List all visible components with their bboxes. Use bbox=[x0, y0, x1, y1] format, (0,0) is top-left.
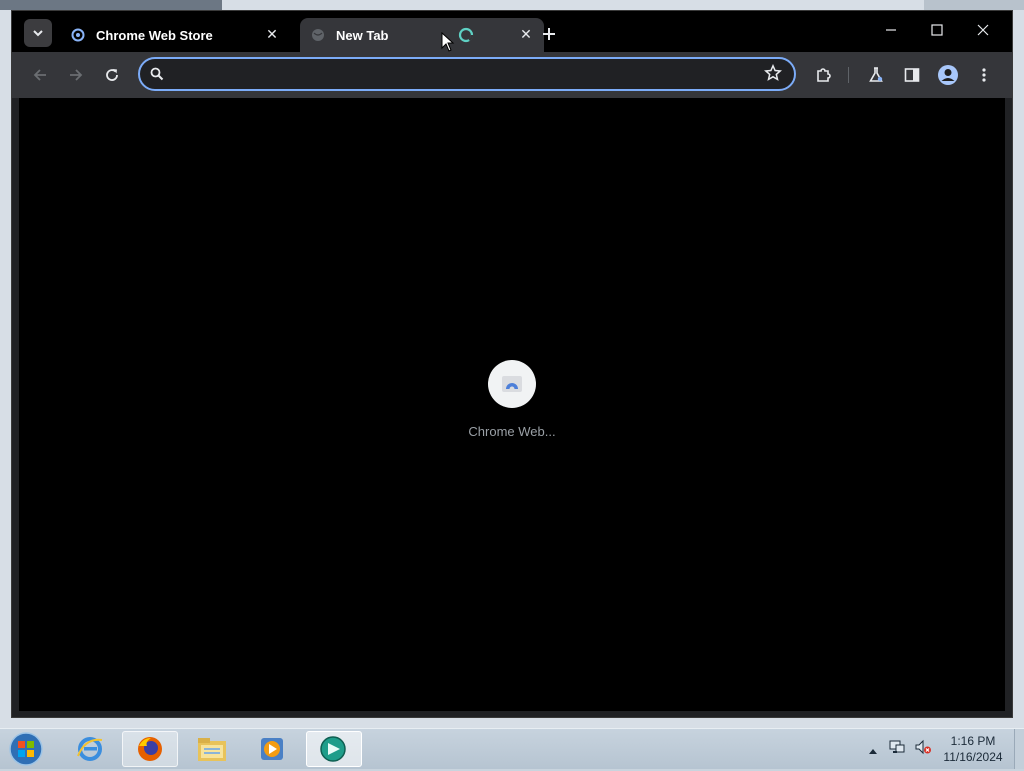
loading-site-tile bbox=[488, 360, 536, 408]
chrome-labs-button[interactable] bbox=[860, 59, 892, 91]
taskbar-clock[interactable]: 1:16 PM 11/16/2024 bbox=[936, 733, 1010, 765]
tab-strip: Chrome Web Store ✕ New Tab ✕ bbox=[12, 11, 1012, 52]
loading-site-label: Chrome Web... bbox=[468, 424, 556, 439]
extensions-button[interactable] bbox=[808, 59, 840, 91]
start-button[interactable] bbox=[6, 731, 46, 767]
kebab-menu-icon bbox=[982, 68, 986, 82]
globe-icon bbox=[310, 27, 326, 43]
clock-time: 1:16 PM bbox=[950, 734, 996, 748]
taskbar: 1:16 PM 11/16/2024 bbox=[0, 728, 1024, 769]
media-player-icon bbox=[261, 738, 283, 760]
firefox-icon bbox=[138, 737, 162, 761]
tab-title: New Tab bbox=[336, 27, 389, 43]
side-panel-button[interactable] bbox=[896, 59, 928, 91]
taskbar-file-explorer[interactable] bbox=[184, 731, 240, 767]
close-window-button[interactable] bbox=[960, 15, 1006, 45]
reload-button[interactable] bbox=[96, 59, 128, 91]
menu-button[interactable] bbox=[968, 59, 1000, 91]
search-icon bbox=[150, 66, 164, 85]
arrow-right-icon bbox=[70, 69, 83, 81]
loading-spinner-icon bbox=[458, 27, 474, 47]
taskbar-chrome-web-store-app[interactable] bbox=[306, 731, 362, 767]
reload-icon bbox=[106, 69, 118, 81]
background-window-controls bbox=[924, 0, 1024, 10]
mouse-cursor-icon bbox=[441, 31, 455, 56]
close-icon[interactable]: ✕ bbox=[262, 25, 282, 45]
taskbar-internet-explorer[interactable] bbox=[62, 731, 118, 767]
chrome-web-store-icon bbox=[502, 376, 522, 392]
address-bar[interactable] bbox=[138, 57, 796, 91]
bookmark-star-icon[interactable] bbox=[763, 63, 783, 86]
windows-logo-icon bbox=[9, 732, 43, 766]
chrome-web-store-app-icon bbox=[320, 736, 346, 762]
tab-new-tab[interactable]: New Tab ✕ bbox=[300, 18, 544, 52]
minimize-button[interactable] bbox=[868, 15, 914, 45]
side-panel-icon bbox=[904, 68, 920, 82]
network-icon[interactable] bbox=[888, 739, 906, 759]
puzzle-piece-icon bbox=[817, 68, 831, 82]
toolbar-divider bbox=[848, 67, 849, 83]
taskbar-media-player[interactable] bbox=[244, 731, 300, 767]
internet-explorer-icon bbox=[77, 737, 103, 761]
close-icon[interactable]: ✕ bbox=[516, 25, 536, 45]
volume-muted-icon[interactable] bbox=[914, 739, 932, 759]
flask-icon bbox=[869, 67, 883, 82]
tab-title: Chrome Web Store bbox=[96, 27, 213, 43]
arrow-left-icon bbox=[33, 69, 46, 81]
forward-button[interactable] bbox=[60, 59, 92, 91]
chrome-web-store-icon bbox=[70, 27, 86, 43]
new-tab-button[interactable] bbox=[538, 23, 560, 45]
avatar-icon bbox=[938, 65, 958, 85]
maximize-icon bbox=[931, 24, 943, 36]
tab-chrome-web-store[interactable]: Chrome Web Store ✕ bbox=[60, 18, 290, 52]
address-input[interactable] bbox=[174, 63, 758, 87]
profile-button[interactable] bbox=[932, 59, 964, 91]
background-window bbox=[0, 0, 222, 10]
page-content: Chrome Web... bbox=[19, 98, 1005, 711]
maximize-button[interactable] bbox=[914, 15, 960, 45]
system-tray bbox=[868, 729, 932, 769]
close-icon bbox=[977, 24, 989, 36]
taskbar-firefox[interactable] bbox=[122, 731, 178, 767]
plus-icon bbox=[543, 28, 555, 40]
chrome-window: Chrome Web Store ✕ New Tab ✕ Chrome Web.… bbox=[11, 10, 1013, 718]
clock-date: 11/16/2024 bbox=[943, 750, 1003, 764]
chevron-down-icon bbox=[33, 30, 43, 37]
back-button[interactable] bbox=[24, 59, 56, 91]
file-explorer-icon bbox=[198, 738, 226, 761]
tab-search-button[interactable] bbox=[24, 19, 52, 47]
tray-overflow-icon[interactable] bbox=[868, 740, 878, 759]
show-desktop-button[interactable] bbox=[1014, 729, 1024, 769]
minimize-icon bbox=[886, 29, 896, 31]
toolbar bbox=[12, 52, 1012, 98]
